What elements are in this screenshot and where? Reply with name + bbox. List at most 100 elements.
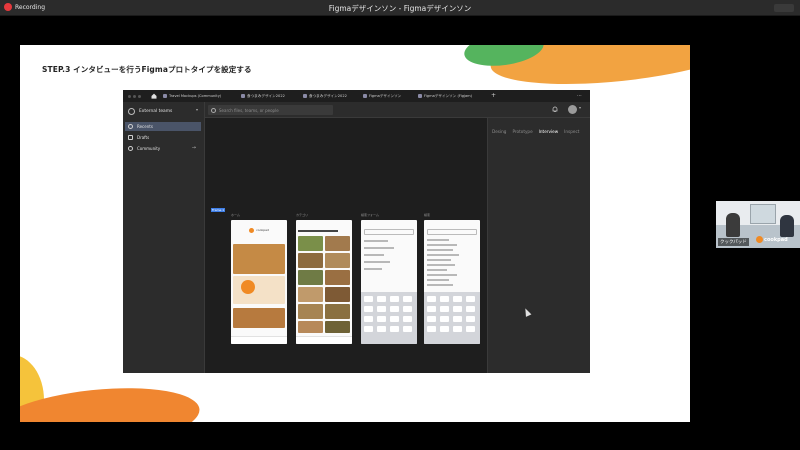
food-thumb (298, 304, 323, 319)
video-person (780, 215, 794, 237)
tab-4[interactable]: Figmaデザインソン (363, 92, 401, 100)
tab-label: Figmaデザインソン (Figjam) (424, 93, 473, 98)
food-thumb (298, 321, 323, 333)
status-bar (361, 220, 417, 226)
tab-5[interactable]: Figmaデザインソン (Figjam) (418, 92, 472, 100)
list-item (427, 249, 453, 251)
sidebar-item-label: Community (137, 146, 161, 151)
figma-right-panel: Desing Prototype Interview Inspect (487, 118, 590, 373)
food-thumb (325, 236, 350, 251)
cookpad-logo-text: cookpad (764, 236, 788, 243)
food-thumb (325, 287, 350, 302)
list-item (427, 269, 447, 271)
app-header: cookpad (231, 226, 287, 234)
video-window (750, 204, 776, 224)
list-item (364, 268, 382, 270)
figma-window: Travel Mockups (Community) 食つまみデザイン2022 … (123, 90, 590, 373)
tab-label: Figmaデザインソン (369, 93, 402, 98)
search-placeholder: Search files, teams, or people (219, 107, 279, 113)
home-icon[interactable] (151, 93, 157, 99)
cookpad-logo: cookpad (756, 236, 788, 243)
frame-title: 検索 (424, 213, 431, 217)
phone-frame-search-form[interactable] (361, 220, 417, 344)
video-participant[interactable]: クックパッド cookpad (716, 201, 800, 248)
right-panel-tabs: Desing Prototype Interview Inspect (492, 129, 579, 134)
frame-title: 検索フォーム (361, 213, 379, 217)
file-icon (418, 94, 422, 98)
food-thumb (325, 253, 350, 268)
list-item (427, 284, 453, 286)
tab-3[interactable]: 食つまみデザイン2022 (303, 92, 347, 100)
status-bar (424, 220, 480, 226)
tab-1[interactable]: Travel Mockups (Community) (163, 92, 221, 100)
file-icon (128, 135, 133, 140)
list-item (364, 247, 394, 249)
phone-frame-home[interactable]: cookpad (231, 220, 287, 344)
list-item (364, 261, 390, 263)
phone-frame-category[interactable] (296, 220, 352, 344)
food-image (233, 308, 285, 328)
file-icon (163, 94, 167, 98)
keyboard (424, 292, 480, 344)
tab-inspect[interactable]: Inspect (564, 129, 579, 134)
keyboard (361, 292, 417, 344)
food-thumb (325, 304, 350, 319)
team-switcher[interactable]: External teams ▾ (128, 106, 200, 116)
slide-title: STEP.3 インタビューを行うFigmaプロトタイプを設定する (42, 65, 252, 74)
food-image (233, 244, 285, 274)
list-item (427, 254, 459, 256)
cookpad-logo-icon (756, 236, 763, 243)
participant-name: クックパッド (718, 238, 749, 246)
promo-logo-icon (241, 280, 255, 294)
window-control[interactable] (774, 4, 794, 12)
sidebar-item-community[interactable]: Community → (125, 144, 201, 153)
chevron-down-icon: ▾ (195, 107, 198, 112)
figma-topbar: Search files, teams, or people ▾ (205, 102, 590, 118)
tab-label: Travel Mockups (Community) (169, 94, 222, 98)
list-item (364, 240, 388, 242)
bottom-tab-bar (296, 336, 352, 344)
file-icon (303, 94, 307, 98)
app-logo-icon (249, 227, 255, 233)
sidebar-item-recents[interactable]: Recents (125, 122, 201, 131)
more-icon[interactable]: ··· (577, 92, 582, 100)
new-tab-plus-icon[interactable]: + (491, 92, 496, 100)
team-icon (128, 107, 135, 115)
bottom-tab-bar (231, 336, 287, 344)
search-icon (211, 107, 216, 113)
search-field (364, 229, 414, 235)
sidebar-item-drafts[interactable]: Drafts (125, 133, 201, 142)
bell-icon[interactable] (552, 106, 558, 113)
food-thumb (298, 287, 323, 302)
chevron-down-icon[interactable]: ▾ (579, 105, 581, 110)
food-thumb (325, 270, 350, 285)
list-item (427, 244, 457, 246)
frame-title: カテゴリ (296, 213, 309, 217)
team-name: External teams (139, 108, 173, 114)
video-person (726, 213, 740, 237)
avatar[interactable] (568, 105, 577, 114)
figma-tabbar: Travel Mockups (Community) 食つまみデザイン2022 … (123, 90, 590, 102)
figma-canvas[interactable]: Frame 1 ホーム cookpad カテゴリ 検索フォーム 検索 (205, 118, 487, 373)
arrow-right-icon: → (191, 145, 196, 151)
tab-2[interactable]: 食つまみデザイン2022 (241, 92, 285, 100)
list-item (427, 274, 457, 276)
tab-label: 食つまみデザイン2022 (247, 93, 285, 98)
tab-prototype[interactable]: Prototype (512, 129, 532, 134)
tab-interview[interactable]: Interview (539, 129, 558, 134)
list-item (427, 239, 449, 241)
list-item (427, 279, 449, 281)
search-field (427, 229, 477, 235)
section-heading (298, 230, 338, 232)
food-thumb (298, 253, 323, 268)
frame-selection-label: Frame 1 (211, 208, 226, 212)
phone-frame-search[interactable] (424, 220, 480, 344)
presentation-slide: STEP.3 インタビューを行うFigmaプロトタイプを設定する Travel … (20, 45, 690, 422)
search-input[interactable]: Search files, teams, or people (208, 105, 333, 115)
tab-design[interactable]: Desing (492, 129, 506, 134)
tab-label: 食つまみデザイン2022 (309, 93, 347, 98)
food-thumb (298, 270, 323, 285)
list-item (427, 264, 455, 266)
sidebar-item-label: Recents (137, 124, 153, 129)
app-logo-text: cookpad (256, 228, 269, 232)
